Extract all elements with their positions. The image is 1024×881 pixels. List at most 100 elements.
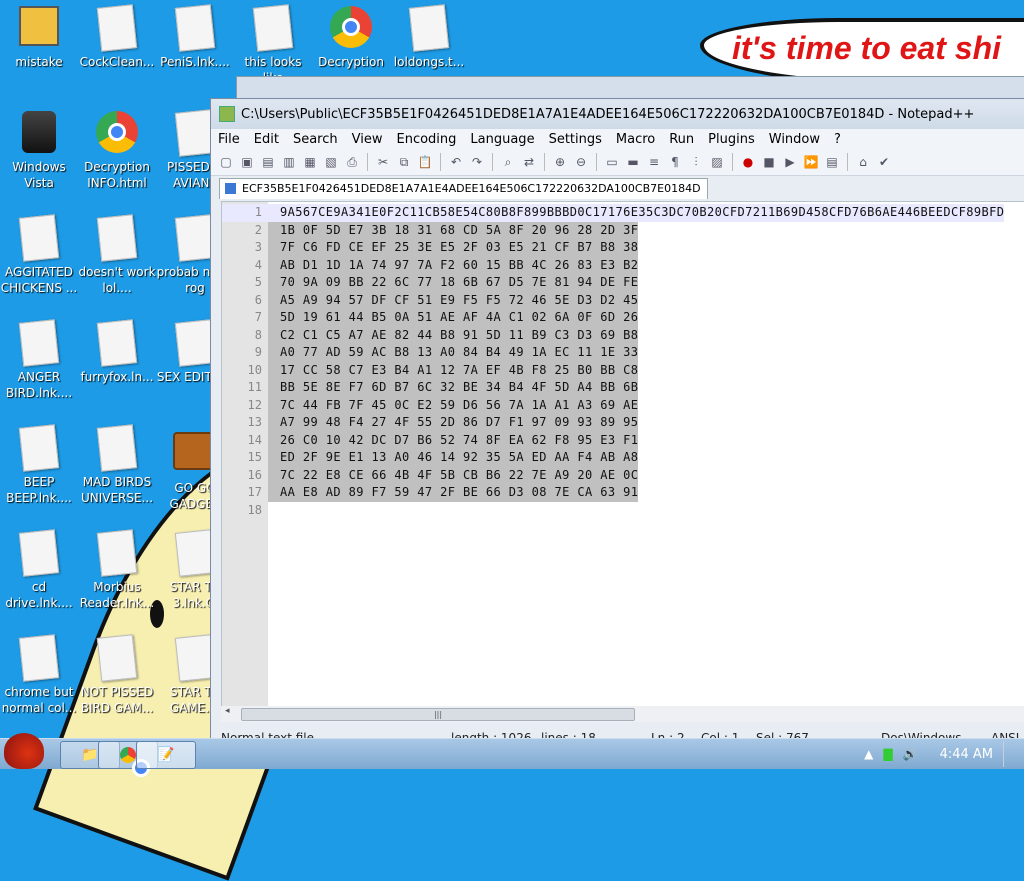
save-icon[interactable]: ▤ xyxy=(259,153,277,171)
horizontal-scrollbar[interactable]: ◂ ||| xyxy=(221,706,1024,722)
desktop-icon[interactable]: BEEP BEEP.lnk.... xyxy=(0,424,78,506)
menu-item[interactable]: File xyxy=(211,132,247,147)
record-macro-icon[interactable]: ● xyxy=(739,153,757,171)
menu-item[interactable]: Window xyxy=(762,132,827,147)
editor-line[interactable]: 13 A7 99 48 F4 27 4F 55 2D 86 D7 F1 97 09… xyxy=(222,414,1004,432)
line-text: 5D 19 61 44 B5 0A 51 AE AF 4A C1 02 6A 0… xyxy=(268,309,639,327)
sync-scroll-icon[interactable]: ▭ xyxy=(603,153,621,171)
desktop-icon[interactable]: mistake xyxy=(0,6,78,70)
desktop-icon[interactable]: Morbius Reader.lnk... xyxy=(78,529,156,611)
zoom-out-icon[interactable]: ⊖ xyxy=(572,153,590,171)
editor-line[interactable]: 14 26 C0 10 42 DC D7 B6 52 74 8F EA 62 F8… xyxy=(222,431,1004,449)
play-macro-icon[interactable]: ▶ xyxy=(781,153,799,171)
menu-bar: File Edit Search View Encoding Language Settin… xyxy=(211,129,1024,149)
editor-line[interactable]: 12 7C 44 FB 7F 45 0C E2 59 D6 56 7A 1A A1… xyxy=(222,396,1004,414)
scrollbar-thumb[interactable]: ||| xyxy=(241,708,635,721)
menu-item[interactable]: View xyxy=(345,132,390,147)
toolbar-separator xyxy=(596,153,597,171)
desktop-icon[interactable]: this looks like xyxy=(234,4,312,86)
menu-item[interactable]: Edit xyxy=(247,132,286,147)
desktop-icon[interactable]: Decryption INFO.html xyxy=(78,111,156,191)
indent-guide-icon[interactable]: ⫶ xyxy=(687,153,705,171)
find-icon[interactable]: ⌕ xyxy=(499,153,517,171)
line-text: 9A567CE9A341E0F2C11CB58E54C80B8F899BBBD0… xyxy=(280,205,1005,219)
desktop-icon[interactable]: Windows Vista xyxy=(0,111,78,191)
menu-item[interactable]: Run xyxy=(662,132,701,147)
editor-line[interactable]: 7 5D 19 61 44 B5 0A 51 AE AF 4A C1 02 6A … xyxy=(222,309,1004,327)
menu-item[interactable]: ? xyxy=(827,132,848,147)
editor-line[interactable]: 5 70 9A 09 BB 22 6C 77 18 6B 67 D5 7E 81 … xyxy=(222,274,1004,292)
editor-line[interactable]: 16 7C 22 E8 CE 66 4B 4F 5B CB B6 22 7E A9… xyxy=(222,466,1004,484)
menu-item[interactable]: Settings xyxy=(542,132,609,147)
cut-icon[interactable]: ✂ xyxy=(374,153,392,171)
menu-item[interactable]: Macro xyxy=(609,132,662,147)
desktop-icon-label: PeniS.lnk.... xyxy=(160,55,230,69)
replace-icon[interactable]: ⇄ xyxy=(520,153,538,171)
doc-map-icon[interactable]: ▨ xyxy=(708,153,726,171)
desktop-icon[interactable]: PeniS.lnk.... xyxy=(156,4,234,70)
word-wrap-icon[interactable]: ≡ xyxy=(645,153,663,171)
line-number: 12 xyxy=(247,397,262,412)
desktop-icon[interactable]: NOT PISSED BIRD GAM... xyxy=(78,634,156,716)
desktop-icon[interactable]: loldongs.t... xyxy=(390,4,468,70)
desktop-icon[interactable]: Decryption xyxy=(312,6,390,70)
network-icon[interactable]: ▇ xyxy=(883,747,892,761)
menu-item[interactable]: Language xyxy=(463,132,541,147)
editor-line[interactable]: 6 A5 A9 94 57 DF CF 51 E9 F5 F5 72 46 5E … xyxy=(222,291,1004,309)
desktop-icon[interactable]: doesn't work lol.... xyxy=(78,214,156,296)
close-icon[interactable]: ▦ xyxy=(301,153,319,171)
editor-line[interactable]: 18 xyxy=(222,502,1004,520)
desktop-icon[interactable]: cd drive.lnk.... xyxy=(0,529,78,611)
editor-line[interactable]: 3 7F C6 FD CE EF 25 3E E5 2F 03 E5 21 CF … xyxy=(222,239,1004,257)
desktop-icon-label: BEEP BEEP.lnk.... xyxy=(6,475,72,505)
volume-icon[interactable]: 🔊 xyxy=(903,747,918,761)
clock[interactable]: 4:44 AM xyxy=(940,747,993,762)
editor-line[interactable]: 10 17 CC 58 C7 E3 B4 A1 12 7A EF 4B F8 25… xyxy=(222,361,1004,379)
desktop-icon[interactable]: furryfox.ln... xyxy=(78,319,156,385)
taskbar-notepad-button[interactable]: 📝 xyxy=(136,741,196,769)
editor-line[interactable]: 17 AA E8 AD 89 F7 59 47 2F BE 66 D3 08 7E… xyxy=(222,484,1004,502)
editor-lines: 1 9A567CE9A341E0F2C11CB58E54C80B8F899BBBD… xyxy=(222,204,1005,520)
show-desktop-button[interactable] xyxy=(1003,741,1014,767)
menu-item[interactable]: Search xyxy=(286,132,345,147)
editor-line[interactable]: 15 ED 2F 9E E1 13 A0 46 14 92 35 5A ED AA… xyxy=(222,449,1004,467)
start-button[interactable] xyxy=(4,733,44,769)
desktop-icon[interactable]: CockClean... xyxy=(78,4,156,70)
tab-document[interactable]: ECF35B5E1F0426451DED8E1A7A1E4ADEE164E506… xyxy=(219,178,708,199)
menu-item[interactable]: Encoding xyxy=(389,132,463,147)
show-hidden-icons-icon[interactable]: ▲ xyxy=(864,747,873,761)
editor-line[interactable]: 2 1B 0F 5D E7 3B 18 31 68 CD 5A 8F 20 96 … xyxy=(222,221,1004,239)
save-macro-icon[interactable]: ▤ xyxy=(823,153,841,171)
show-symbols-icon[interactable]: ¶ xyxy=(666,153,684,171)
editor-line[interactable]: 8 C2 C1 C5 A7 AE 82 44 B8 91 5D 11 B9 C3 … xyxy=(222,326,1004,344)
redo-icon[interactable]: ↷ xyxy=(468,153,486,171)
paste-icon[interactable]: 📋 xyxy=(416,153,434,171)
new-file-icon[interactable]: ▢ xyxy=(217,153,235,171)
editor-line[interactable]: 4 AB D1 1D 1A 74 97 7A F2 60 15 BB 4C 26 … xyxy=(222,256,1004,274)
menu-item[interactable]: Plugins xyxy=(701,132,762,147)
text-editor[interactable]: 1 9A567CE9A341E0F2C11CB58E54C80B8F899BBBD… xyxy=(221,201,1024,708)
editor-line[interactable]: 9 A0 77 AD 59 AC B8 13 A0 84 B4 49 1A EC … xyxy=(222,344,1004,362)
line-text: 7C 44 FB 7F 45 0C E2 59 D6 56 7A 1A A1 A… xyxy=(268,396,639,414)
close-all-icon[interactable]: ▧ xyxy=(322,153,340,171)
save-all-icon[interactable]: ▥ xyxy=(280,153,298,171)
spell-check-icon[interactable]: ✔ xyxy=(875,153,893,171)
print-icon[interactable]: ⎙ xyxy=(343,153,361,171)
desktop-icon[interactable]: chrome but normal col... xyxy=(0,634,78,716)
desktop-icon[interactable]: ANGER BIRD.lnk.... xyxy=(0,319,78,401)
undo-icon[interactable]: ↶ xyxy=(447,153,465,171)
open-file-icon[interactable]: ▣ xyxy=(238,153,256,171)
notepad-icon: 📝 xyxy=(157,747,175,763)
scroll-left-icon[interactable]: ◂ xyxy=(225,706,230,716)
editor-line[interactable]: 11 BB 5E 8E F7 6D B7 6C 32 BE 34 B4 4F 5D… xyxy=(222,379,1004,397)
desktop-icon[interactable]: MAD BIRDS UNIVERSE... xyxy=(78,424,156,506)
sync-horizontal-icon[interactable]: ▬ xyxy=(624,153,642,171)
editor-line[interactable]: 1 9A567CE9A341E0F2C11CB58E54C80B8F899BBBD… xyxy=(222,204,1005,222)
run-macro-multiple-icon[interactable]: ⏩ xyxy=(802,153,820,171)
zoom-in-icon[interactable]: ⊕ xyxy=(551,153,569,171)
launch-browser-icon[interactable]: ⌂ xyxy=(854,153,872,171)
copy-icon[interactable]: ⧉ xyxy=(395,153,413,171)
title-bar[interactable]: C:\Users\Public\ECF35B5E1F0426451DED8E1A… xyxy=(211,99,1024,129)
stop-macro-icon[interactable]: ■ xyxy=(760,153,778,171)
desktop-icon[interactable]: AGGITATED CHICKENS ... xyxy=(0,214,78,296)
